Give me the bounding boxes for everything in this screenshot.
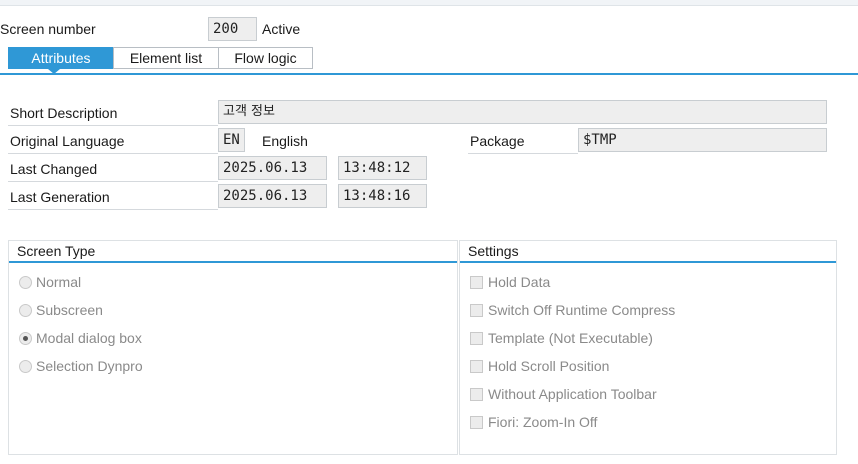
status-label: Active	[262, 21, 301, 37]
checkbox-hold-scroll-position[interactable]: Hold Scroll Position	[470, 355, 609, 377]
original-language-label: Original Language	[10, 133, 125, 149]
checkbox-icon[interactable]	[470, 275, 483, 289]
top-strip	[0, 0, 858, 6]
checkbox-icon[interactable]	[470, 415, 483, 429]
checkbox-icon[interactable]	[470, 303, 483, 317]
group-title-rule	[9, 261, 457, 263]
radio-button-checked-icon[interactable]	[19, 331, 32, 345]
last-changed-date-field[interactable]: 2025.06.13	[218, 156, 327, 180]
checkbox-label: Switch Off Runtime Compress	[488, 302, 676, 318]
row-divider	[8, 125, 218, 126]
screen-number-label: Screen number	[0, 21, 96, 37]
tab-flow-logic[interactable]: Flow logic	[218, 47, 313, 69]
tab-strip-rule	[0, 73, 858, 75]
radio-button-icon[interactable]	[19, 303, 32, 317]
screen-number-field[interactable]: 200	[208, 17, 257, 41]
tab-element-list[interactable]: Element list	[113, 47, 219, 69]
tab-attributes[interactable]: Attributes	[8, 47, 114, 69]
radio-button-icon[interactable]	[19, 359, 32, 373]
radio-normal[interactable]: Normal	[19, 271, 81, 293]
last-generation-date-field[interactable]: 2025.06.13	[218, 184, 327, 208]
package-label: Package	[470, 133, 525, 149]
checkbox-template[interactable]: Template (Not Executable)	[470, 327, 653, 349]
checkbox-switch-off-runtime-compress[interactable]: Switch Off Runtime Compress	[470, 299, 675, 321]
radio-label: Modal dialog box	[36, 330, 142, 346]
radio-subscreen[interactable]: Subscreen	[19, 299, 103, 321]
short-description-field[interactable]: 고객 정보	[218, 100, 827, 124]
checkbox-icon[interactable]	[470, 387, 483, 401]
checkbox-label: Hold Data	[488, 274, 551, 290]
screen-type-group: Screen Type Normal Subscreen Modal dialo…	[8, 240, 458, 455]
radio-label: Subscreen	[36, 302, 103, 318]
radio-label: Selection Dynpro	[36, 358, 143, 374]
last-changed-time-field[interactable]: 13:48:12	[338, 156, 427, 180]
last-generation-time-field[interactable]: 13:48:16	[338, 184, 427, 208]
language-code-field[interactable]: EN	[218, 128, 245, 152]
last-generation-label: Last Generation	[10, 189, 110, 205]
checkbox-without-application-toolbar[interactable]: Without Application Toolbar	[470, 383, 657, 405]
row-divider	[8, 181, 218, 182]
checkbox-label: Template (Not Executable)	[488, 330, 653, 346]
radio-label: Normal	[36, 274, 82, 290]
settings-group: Settings Hold Data Switch Off Runtime Co…	[459, 240, 837, 455]
checkbox-label: Fiori: Zoom-In Off	[488, 414, 598, 430]
short-description-label: Short Description	[10, 105, 118, 121]
row-divider	[8, 153, 218, 154]
radio-modal-dialog-box[interactable]: Modal dialog box	[19, 327, 142, 349]
checkbox-label: Without Application Toolbar	[488, 386, 657, 402]
last-changed-label: Last Changed	[10, 161, 98, 177]
checkbox-hold-data[interactable]: Hold Data	[470, 271, 550, 293]
checkbox-label: Hold Scroll Position	[488, 358, 610, 374]
row-divider	[468, 153, 578, 154]
package-field[interactable]: $TMP	[578, 128, 827, 152]
checkbox-fiori-zoom-in-off[interactable]: Fiori: Zoom-In Off	[470, 411, 597, 433]
row-divider	[8, 209, 218, 210]
screen-type-title: Screen Type	[17, 243, 96, 259]
language-name: English	[262, 133, 308, 149]
checkbox-icon[interactable]	[470, 359, 483, 373]
group-title-rule	[460, 261, 836, 263]
radio-selection-dynpro[interactable]: Selection Dynpro	[19, 355, 143, 377]
checkbox-icon[interactable]	[470, 331, 483, 345]
radio-button-icon[interactable]	[19, 275, 32, 289]
settings-title: Settings	[468, 243, 519, 259]
